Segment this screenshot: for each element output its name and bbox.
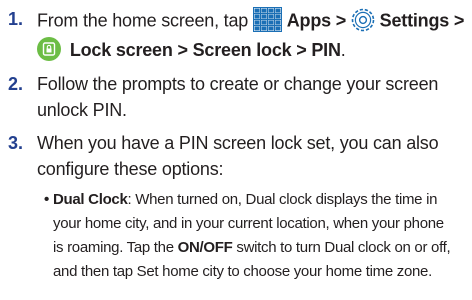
step-number: 1. [8, 9, 24, 29]
bullet-text: : When turned on, Dual clock displays th… [127, 191, 438, 208]
bullet-symbol: • [44, 191, 50, 208]
apps-label: Apps [286, 10, 331, 31]
pin-label: PIN [311, 39, 341, 60]
screen-lock-label: Screen lock [192, 39, 292, 60]
step-text: From the home screen, tap [37, 10, 253, 31]
step-2-line-2: unlock PIN. [37, 100, 127, 120]
bullet-line-4: and then tap Set home city to choose you… [53, 263, 432, 280]
step-1-line-1: From the home screen, tap Apps > Setting… [37, 7, 465, 34]
bullet-line-1: Dual Clock: When turned on, Dual clock d… [53, 191, 437, 209]
lock-screen-icon [37, 37, 61, 61]
separator: > [449, 10, 465, 31]
separator: > [291, 39, 312, 60]
separator: > [172, 39, 193, 60]
step-3-line-1: When you have a PIN screen lock set, you… [37, 133, 439, 153]
step-2-line-1: Follow the prompts to create or change y… [37, 74, 439, 94]
step-1-line-2: Lock screen > Screen lock > PIN. [37, 37, 346, 63]
lock-screen-label: Lock screen [69, 39, 173, 60]
separator: > [330, 10, 351, 31]
period: . [340, 39, 346, 60]
settings-label: Settings [379, 10, 450, 31]
bullet-text: switch to turn Dual clock on or off, [232, 239, 451, 256]
step-number: 3. [8, 133, 24, 153]
dual-clock-term: Dual Clock [53, 191, 128, 208]
step-3-line-2: configure these options: [37, 159, 224, 179]
document-page: 1. From the home screen, tap Apps > Sett… [0, 0, 472, 300]
step-number: 2. [8, 74, 24, 94]
bullet-text: is roaming. Tap the [53, 239, 178, 256]
apps-grid-icon [252, 7, 282, 32]
bullet-line-2: your home city, and in your current loca… [53, 215, 444, 232]
settings-gear-icon [351, 8, 375, 32]
on-off-term: ON/OFF [177, 239, 233, 256]
bullet-line-3: is roaming. Tap the ON/OFF switch to tur… [53, 239, 451, 257]
